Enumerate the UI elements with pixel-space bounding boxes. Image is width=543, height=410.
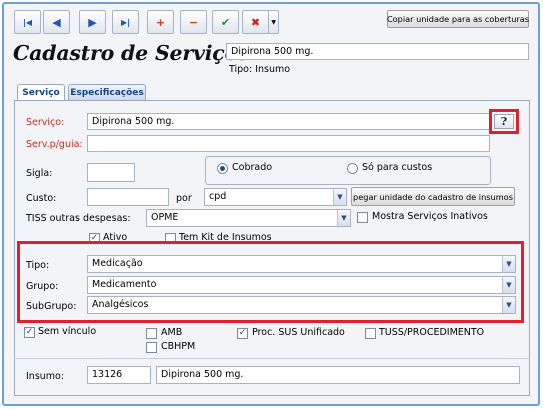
tiss-select[interactable]: OPME ▼ <box>146 209 351 227</box>
tipo-select-value: Medicação <box>92 258 143 269</box>
custo-label: Custo: <box>26 193 57 204</box>
tiss-label: TISS outras despesas: <box>26 213 131 224</box>
tiss-select-value: OPME <box>151 212 179 223</box>
previous-record-button[interactable]: ◀ <box>43 10 70 34</box>
subgrupo-label: SubGrupo: <box>26 301 77 312</box>
grupo-select[interactable]: Medicamento ▼ <box>87 276 516 294</box>
insumo-code-input[interactable]: 13126 <box>87 366 151 384</box>
confirm-button[interactable]: ✔ <box>212 10 239 34</box>
tipo-select[interactable]: Medicação ▼ <box>87 255 516 273</box>
confirm-icon: ✔ <box>220 15 231 29</box>
delete-record-icon: − <box>188 15 199 29</box>
grupo-label: Grupo: <box>26 281 59 292</box>
proc-sus-checkbox[interactable]: ✓ <box>237 328 248 339</box>
chevron-down-icon: ▼ <box>502 277 515 293</box>
radio-cobrado[interactable] <box>217 163 228 174</box>
first-record-button[interactable]: |◀ <box>14 10 41 34</box>
tuss-label: TUSS/PROCEDIMENTO <box>379 327 485 338</box>
tuss-checkbox[interactable] <box>365 328 376 339</box>
sigla-label: Sigla: <box>26 168 53 179</box>
servguia-input[interactable] <box>87 135 490 152</box>
sem-vinculo-checkbox[interactable]: ✓ <box>24 327 35 338</box>
page-title: Cadastro de Serviços <box>13 41 250 65</box>
radio-so-custos[interactable] <box>347 163 358 174</box>
question-icon: ? <box>500 115 508 128</box>
subgrupo-select[interactable]: Analgésicos ▼ <box>87 296 516 314</box>
mostra-inativos-label: Mostra Serviços Inativos <box>372 211 488 222</box>
cbhpm-label: CBHPM <box>161 341 196 352</box>
por-label: por <box>176 193 192 204</box>
last-record-button[interactable]: ▶| <box>112 10 139 34</box>
tipo-label: Tipo: <box>26 260 50 271</box>
custo-input[interactable] <box>87 188 169 206</box>
copy-unit-button[interactable]: Copiar unidade para as coberturas <box>387 10 529 28</box>
chevron-down-icon: ▼ <box>502 256 515 272</box>
delete-record-button[interactable]: − <box>180 10 207 34</box>
radio-so-custos-label: Só para custos <box>362 162 433 173</box>
servico-input[interactable]: Dipirona 500 mg. <box>87 113 490 130</box>
mostra-inativos-checkbox[interactable] <box>357 212 368 223</box>
help-button[interactable]: ? <box>494 114 514 129</box>
cbhpm-checkbox[interactable] <box>146 342 157 353</box>
insumo-name-input[interactable]: Dipirona 500 mg. <box>156 366 520 384</box>
chevron-down-icon: ▼ <box>337 210 350 226</box>
proc-sus-label: Proc. SUS Unificado <box>252 327 345 338</box>
chevron-down-icon: ▼ <box>502 297 515 313</box>
insumo-label: Insumo: <box>26 371 65 382</box>
next-record-button[interactable]: ▶ <box>79 10 106 34</box>
radio-cobrado-label: Cobrado <box>232 162 273 173</box>
divider <box>14 358 530 359</box>
amb-label: AMB <box>161 327 183 338</box>
chevron-down-icon: ▼ <box>271 18 276 26</box>
pegar-unidade-button[interactable]: pegar unidade do cadastro de insumos <box>351 187 515 206</box>
add-record-button[interactable]: + <box>147 10 174 34</box>
cancel-button[interactable]: ✖ <box>242 10 269 34</box>
servguia-label: Serv.p/guia: <box>26 139 83 150</box>
subgrupo-select-value: Analgésicos <box>92 299 149 310</box>
cancel-icon: ✖ <box>250 15 261 29</box>
sem-vinculo-label: Sem vínculo <box>38 326 97 337</box>
grupo-select-value: Medicamento <box>92 279 157 290</box>
chevron-down-icon: ▼ <box>333 189 346 205</box>
add-record-icon: + <box>155 15 166 29</box>
unit-select[interactable]: cpd ▼ <box>204 188 347 206</box>
first-record-icon: |◀ <box>22 17 33 27</box>
last-record-icon: ▶| <box>120 17 131 27</box>
unit-select-value: cpd <box>209 191 227 202</box>
sigla-input[interactable] <box>87 163 135 182</box>
servico-label: Serviço: <box>26 117 65 128</box>
tab-especificacoes[interactable]: Especificações <box>68 84 146 100</box>
tab-servico[interactable]: Serviço <box>17 84 65 101</box>
previous-record-icon: ◀ <box>52 15 61 29</box>
amb-checkbox[interactable] <box>146 328 157 339</box>
service-type-line: Tipo: Insumo <box>229 64 291 75</box>
next-record-icon: ▶ <box>88 15 97 29</box>
current-service-name: Dipirona 500 mg. <box>226 43 529 60</box>
